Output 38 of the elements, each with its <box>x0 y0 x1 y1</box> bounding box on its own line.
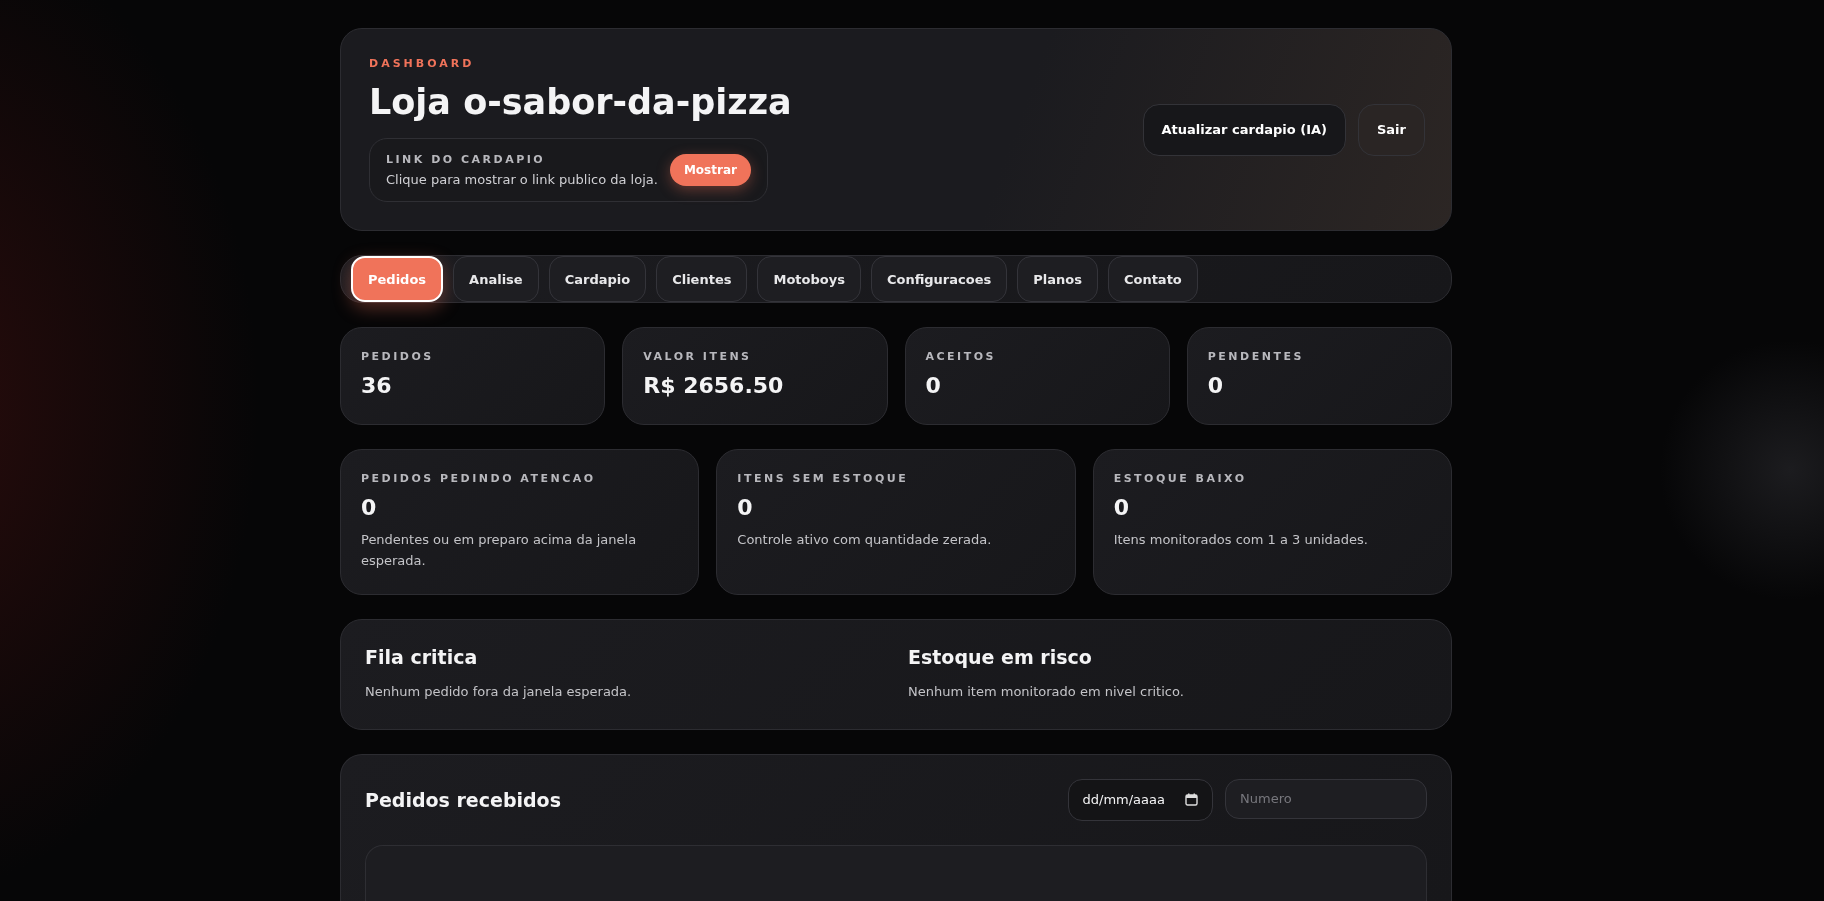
stat-value: R$ 2656.50 <box>643 373 784 398</box>
panel-text: Nenhum item monitorado em nivel critico. <box>908 683 1184 701</box>
link-description: Clique para mostrar o link publico da loja. <box>386 172 658 187</box>
calendar-icon <box>1185 793 1198 807</box>
stat-value: 36 <box>361 373 392 398</box>
alert-value: 0 <box>361 495 377 520</box>
stat-label: VALOR ITENS <box>643 350 752 363</box>
tab[interactable]: Planos <box>1017 256 1098 302</box>
alert-value: 0 <box>737 495 753 520</box>
number-field[interactable]: Numero <box>1225 778 1427 819</box>
update-menu-button[interactable]: Atualizar cardapio (IA) <box>1142 103 1346 156</box>
stat-label: ACEITOS <box>925 350 996 363</box>
orders-title: Pedidos recebidos <box>365 788 561 811</box>
tab[interactable]: Cardapio <box>548 256 647 302</box>
store-title: Loja o-sabor-da-pizza <box>369 82 792 122</box>
alert-note: Itens monitorados com 1 a 3 unidades. <box>1113 531 1368 549</box>
tab[interactable]: Analise <box>453 256 539 302</box>
alert-label: ITENS SEM ESTOQUE <box>737 472 909 485</box>
stat-value: 0 <box>1207 373 1224 398</box>
link-label: LINK DO CARDAPIO <box>386 153 547 166</box>
tab[interactable]: Motoboys <box>757 256 861 302</box>
alert-note: Pendentes ou em preparo acima da janela esperada. <box>361 531 638 570</box>
panel-title: Fila critica <box>365 646 478 668</box>
tab[interactable]: Clientes <box>656 256 748 302</box>
alert-label: PEDIDOS PEDINDO ATENCAO <box>361 472 596 485</box>
stat-label: PENDENTES <box>1207 350 1304 363</box>
alert-label: ESTOQUE BAIXO <box>1113 472 1247 485</box>
tab[interactable]: Contato <box>1107 256 1198 302</box>
stat-label: PEDIDOS <box>361 350 434 363</box>
eyebrow-label: DASHBOARD <box>369 57 475 70</box>
logout-button[interactable]: Sair <box>1358 103 1425 156</box>
tab[interactable]: Configuracoes <box>870 256 1008 302</box>
panel-title: Estoque em risco <box>908 646 1092 668</box>
panel-text: Nenhum pedido fora da janela esperada. <box>365 683 632 701</box>
stat-value: 0 <box>925 373 941 398</box>
alert-note: Controle ativo com quantidade zerada. <box>737 531 992 549</box>
date-field[interactable]: dd/mm/aaaa <box>1067 778 1213 821</box>
alert-value: 0 <box>1113 495 1129 520</box>
